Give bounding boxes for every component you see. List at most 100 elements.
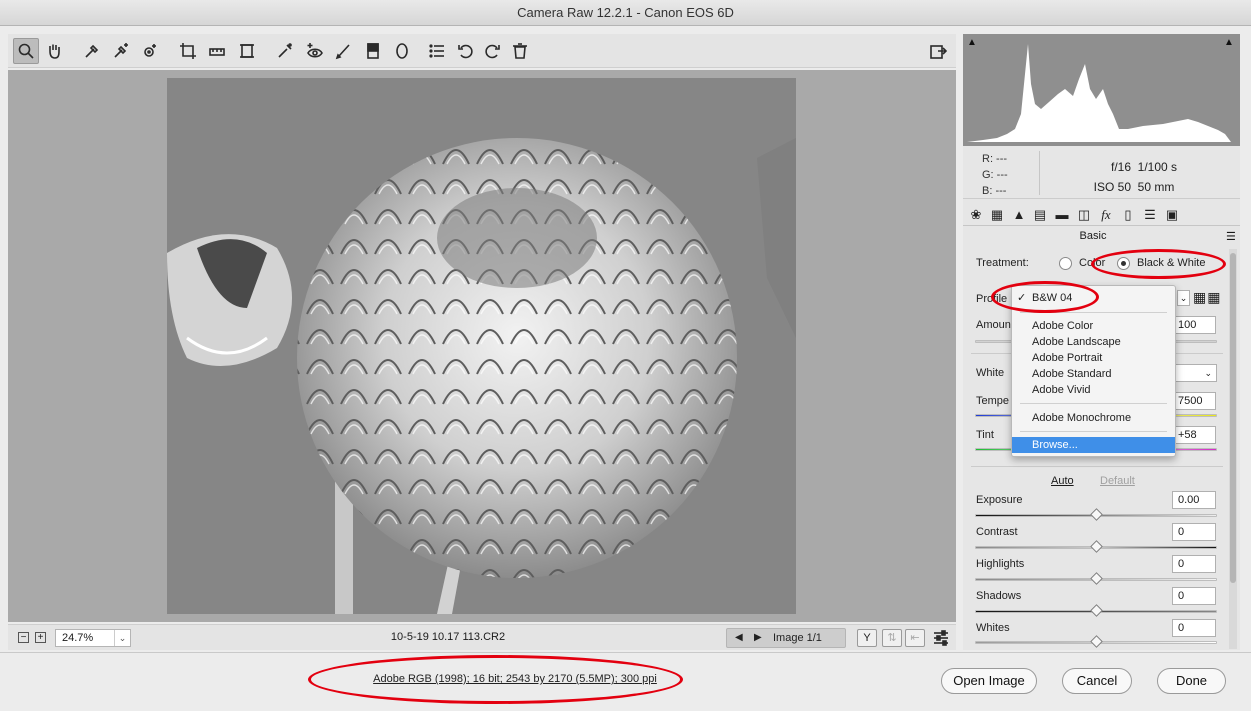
whites-slider[interactable] — [975, 635, 1217, 648]
window-title: Camera Raw 12.2.1 - Canon EOS 6D — [0, 0, 1251, 26]
default-link[interactable]: Default — [1100, 475, 1135, 487]
zoom-out-button[interactable]: − — [18, 632, 29, 643]
photo-dahlia[interactable] — [167, 78, 796, 614]
panel-title: Basic — [1079, 230, 1107, 242]
swap-settings-icon[interactable]: ⇅ — [882, 629, 902, 647]
zoom-value: 24.7% — [62, 632, 94, 644]
profile-label: Profile — [976, 293, 1008, 305]
tab-hsl-icon[interactable]: ▤ — [1031, 206, 1049, 224]
exposure-input[interactable]: 0.00 — [1172, 491, 1216, 509]
profile-option[interactable]: Adobe Vivid — [1012, 382, 1175, 398]
cancel-button[interactable]: Cancel — [1062, 668, 1132, 694]
scrollbar-thumb[interactable] — [1230, 253, 1236, 583]
image-preview[interactable] — [8, 70, 956, 622]
color-label: Color — [1079, 257, 1106, 269]
contrast-slider[interactable] — [975, 540, 1217, 553]
prev-image-icon[interactable]: ◀ — [735, 632, 743, 643]
transform-icon[interactable] — [234, 38, 260, 64]
shutter-speed: 1/100 s — [1137, 160, 1178, 174]
profile-option[interactable]: Adobe Standard — [1012, 366, 1175, 382]
shadows-input[interactable]: 0 — [1172, 587, 1216, 605]
profile-option[interactable]: Adobe Landscape — [1012, 334, 1175, 350]
auto-link[interactable]: Auto — [1051, 475, 1074, 487]
chevron-down-icon: ⌄ — [114, 630, 130, 646]
tab-tone-curve-icon[interactable]: ▦ — [988, 206, 1006, 224]
highlight-clipping-icon[interactable]: ▲ — [1224, 37, 1238, 49]
shadow-clipping-icon[interactable]: ▲ — [967, 37, 981, 49]
profile-option[interactable]: Adobe Portrait — [1012, 350, 1175, 366]
iso: ISO 50 — [1093, 180, 1131, 194]
color-sampler-icon[interactable] — [108, 38, 134, 64]
contrast-input[interactable]: 0 — [1172, 523, 1216, 541]
trash-icon[interactable] — [507, 38, 533, 64]
tab-basic-icon[interactable]: ❀ — [967, 206, 985, 224]
toolbar — [8, 34, 956, 68]
tab-calibration-icon[interactable]: ▯ — [1119, 206, 1137, 224]
targeted-adjust-icon[interactable] — [137, 38, 163, 64]
highlights-input[interactable]: 0 — [1172, 555, 1216, 573]
highlights-slider[interactable] — [975, 572, 1217, 585]
next-image-icon[interactable]: ▶ — [754, 632, 762, 643]
list-icon[interactable] — [424, 38, 450, 64]
profile-browser-icon[interactable]: ▦▦ — [1193, 289, 1221, 306]
tab-detail-icon[interactable]: ▲ — [1010, 206, 1028, 224]
profile-option-monochrome[interactable]: Adobe Monochrome — [1012, 410, 1175, 426]
image-count: Image 1/1 — [773, 632, 822, 644]
crop-icon[interactable] — [175, 38, 201, 64]
shadows-slider-knob[interactable] — [1090, 604, 1103, 617]
shadows-label: Shadows — [976, 590, 1022, 602]
before-after-toggle[interactable]: Y — [857, 629, 877, 647]
black-white-radio[interactable] — [1117, 257, 1130, 270]
hand-icon[interactable] — [41, 38, 67, 64]
graduated-filter-icon[interactable] — [360, 38, 386, 64]
profile-dropdown-menu: ✓ B&W 04 Adobe Color Adobe Landscape Adob… — [1011, 285, 1176, 457]
panel-scrollbar[interactable] — [1229, 249, 1237, 649]
tint-input[interactable]: +58 — [1172, 426, 1216, 444]
shadows-slider[interactable] — [975, 604, 1217, 617]
profile-dropdown-chevron[interactable]: ⌄ — [1177, 290, 1190, 306]
info-area: R: --- G: --- B: --- f/16 1/100 s ISO 50… — [963, 147, 1240, 199]
red-eye-icon[interactable] — [302, 38, 328, 64]
rotate-left-icon[interactable] — [453, 38, 479, 64]
whites-slider-knob[interactable] — [1090, 635, 1103, 648]
whites-input[interactable]: 0 — [1172, 619, 1216, 637]
copy-settings-icon[interactable]: ⇤ — [905, 629, 925, 647]
highlights-slider-knob[interactable] — [1090, 572, 1103, 585]
tab-presets-icon[interactable]: ☰ — [1141, 206, 1159, 224]
done-button[interactable]: Done — [1157, 668, 1226, 694]
exposure-label: Exposure — [976, 494, 1023, 506]
panel-menu-icon[interactable]: ☰ — [1226, 230, 1236, 243]
export-icon[interactable] — [925, 38, 951, 64]
exposure-slider[interactable] — [975, 508, 1217, 521]
white-balance-select[interactable]: ⌄ — [1172, 364, 1217, 382]
rgb-readout: R: --- G: --- B: --- — [982, 151, 1008, 199]
workflow-options-link[interactable]: Adobe RGB (1998); 16 bit; 2543 by 2170 (… — [330, 673, 700, 685]
temperature-input[interactable]: 7500 — [1172, 392, 1216, 410]
profile-option-checked[interactable]: ✓ B&W 04 — [1012, 290, 1175, 306]
amount-label: Amount — [976, 319, 1014, 331]
menu-separator — [1020, 312, 1167, 313]
white-balance-icon[interactable] — [79, 38, 105, 64]
tab-split-toning-icon[interactable]: ▬ — [1053, 206, 1071, 224]
rotate-right-icon[interactable] — [479, 38, 505, 64]
tab-snapshots-icon[interactable]: ▣ — [1163, 206, 1181, 224]
amount-input[interactable]: 100 — [1172, 316, 1216, 334]
zoom-in-button[interactable]: + — [35, 632, 46, 643]
zoom-select[interactable]: 24.7% ⌄ — [55, 629, 131, 647]
profile-option[interactable]: Adobe Color — [1012, 318, 1175, 334]
exposure-slider-knob[interactable] — [1090, 508, 1103, 521]
straighten-icon[interactable] — [204, 38, 230, 64]
highlights-label: Highlights — [976, 558, 1025, 570]
spot-removal-icon[interactable] — [272, 38, 298, 64]
zoom-icon[interactable] — [13, 38, 39, 64]
contrast-slider-knob[interactable] — [1090, 540, 1103, 553]
open-image-button[interactable]: Open Image — [941, 668, 1037, 694]
tab-effects-icon[interactable]: fx — [1097, 206, 1115, 224]
browse-option[interactable]: Browse... — [1012, 437, 1175, 453]
tab-lens-icon[interactable]: ◫ — [1075, 206, 1093, 224]
settings-sliders-icon[interactable] — [928, 625, 954, 651]
menu-separator — [1020, 403, 1167, 404]
brush-icon[interactable] — [331, 38, 357, 64]
radial-filter-icon[interactable] — [389, 38, 415, 64]
color-radio[interactable] — [1059, 257, 1072, 270]
